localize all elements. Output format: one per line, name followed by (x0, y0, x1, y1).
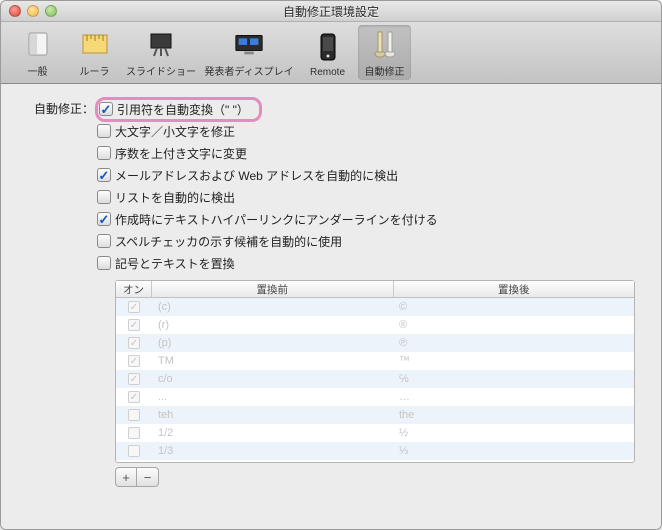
table-row[interactable]: ...… (116, 388, 634, 406)
checkbox[interactable] (97, 146, 111, 160)
general-icon (22, 28, 54, 60)
option-label: 引用符を自動変換（" "） (117, 101, 249, 118)
zoom-button[interactable] (45, 5, 57, 17)
cell-before: ... (152, 391, 393, 403)
toolbar-remote[interactable]: Remote (301, 25, 354, 80)
table-row[interactable]: 1/2½ (116, 424, 634, 442)
option-label: 大文字／小文字を修正 (115, 123, 235, 140)
option-label: メールアドレスおよび Web アドレスを自動的に検出 (115, 167, 398, 184)
slideshow-icon (145, 28, 177, 60)
option-label: 作成時にテキストハイパーリンクにアンダーラインを付ける (115, 211, 438, 228)
cell-after: ® (393, 319, 634, 331)
checkbox[interactable] (97, 234, 111, 248)
row-checkbox[interactable] (128, 445, 140, 457)
checkbox[interactable] (97, 190, 111, 204)
checkbox[interactable] (97, 168, 111, 182)
cell-before: 1/3 (152, 445, 393, 457)
toolbar-general[interactable]: 一般 (11, 25, 64, 80)
option-row: 作成時にテキストハイパーリンクにアンダーラインを付ける (97, 208, 643, 230)
option-row: 序数を上付き文字に変更 (97, 142, 643, 164)
option-label: 記号とテキストを置換 (115, 255, 235, 272)
option-row: 大文字／小文字を修正 (97, 120, 643, 142)
cell-after: ⅓ (393, 445, 634, 457)
cell-before: (c) (152, 301, 393, 313)
autocorrect-icon (369, 28, 401, 60)
presenter-display-icon (233, 28, 265, 60)
option-row: リストを自動的に検出 (97, 186, 643, 208)
row-checkbox[interactable] (128, 337, 140, 349)
checkbox[interactable] (97, 212, 111, 226)
col-on[interactable]: オン (116, 281, 152, 297)
toolbar-presenter-display[interactable]: 発表者ディスプレイ (201, 25, 297, 80)
table-row[interactable]: 2/3⅔ (116, 460, 634, 462)
option-label: リストを自動的に検出 (115, 189, 235, 206)
checkbox[interactable] (97, 256, 111, 270)
add-button[interactable]: + (115, 467, 137, 487)
option-row: スペルチェッカの示す候補を自動的に使用 (97, 230, 643, 252)
row-checkbox[interactable] (128, 301, 140, 313)
toolbar-ruler[interactable]: ルーラ (68, 25, 121, 80)
toolbar: 一般 ルーラ スライドショー 発表者ディスプレイ Remote (1, 22, 661, 84)
option-row: メールアドレスおよび Web アドレスを自動的に検出 (97, 164, 643, 186)
row-checkbox[interactable] (128, 355, 140, 367)
col-after[interactable]: 置換後 (394, 281, 635, 297)
remote-icon (312, 32, 344, 64)
table-row[interactable]: 1/3⅓ (116, 442, 634, 460)
cell-after: ™ (393, 355, 634, 367)
table-row[interactable]: TM™ (116, 352, 634, 370)
cell-after: © (393, 301, 634, 313)
preferences-window: 自動修正環境設定 一般 ルーラ スライドショー 発表者ディスプレイ (0, 0, 662, 530)
ruler-icon (79, 28, 111, 60)
remove-button[interactable]: − (137, 467, 159, 487)
cell-after: … (393, 391, 634, 403)
option-label: 序数を上付き文字に変更 (115, 145, 247, 162)
checkbox[interactable] (99, 102, 113, 116)
traffic-lights (9, 5, 57, 17)
content-area: 自動修正： 引用符を自動変換（" "） 大文字／小文字を修正序数を上付き文字に変更… (1, 84, 661, 529)
minimize-button[interactable] (27, 5, 39, 17)
checkbox[interactable] (97, 124, 111, 138)
option-row: 記号とテキストを置換 (97, 252, 643, 274)
section-label: 自動修正： (19, 98, 97, 117)
toolbar-slideshow[interactable]: スライドショー (125, 25, 197, 80)
cell-after: ℅ (393, 373, 634, 385)
toolbar-autocorrect[interactable]: 自動修正 (358, 25, 411, 80)
cell-before: (r) (152, 319, 393, 331)
cell-before: c/o (152, 373, 393, 385)
options-list: 引用符を自動変換（" "） 大文字／小文字を修正序数を上付き文字に変更メールアドレ… (97, 98, 643, 274)
cell-after: ½ (393, 427, 634, 439)
row-checkbox[interactable] (128, 391, 140, 403)
add-remove-controls: + − (115, 467, 643, 487)
close-button[interactable] (9, 5, 21, 17)
table-row[interactable]: (r)® (116, 316, 634, 334)
table-header: オン 置換前 置換後 (116, 281, 634, 298)
option-row: 引用符を自動変換（" "） (97, 98, 643, 120)
cell-before: (p) (152, 337, 393, 349)
table-row[interactable]: c/o℅ (116, 370, 634, 388)
table-row[interactable]: (p)℗ (116, 334, 634, 352)
option-label: スペルチェッカの示す候補を自動的に使用 (115, 233, 342, 250)
row-checkbox[interactable] (128, 319, 140, 331)
cell-before: TM (152, 355, 393, 367)
cell-before: teh (152, 409, 393, 421)
row-checkbox[interactable] (128, 427, 140, 439)
table-body: (c)©(r)®(p)℗TM™c/o℅...…tehthe1/2½1/3⅓2/3… (116, 298, 634, 462)
col-before[interactable]: 置換前 (152, 281, 394, 297)
cell-after: the (393, 409, 634, 421)
titlebar: 自動修正環境設定 (1, 1, 661, 22)
row-checkbox[interactable] (128, 373, 140, 385)
window-title: 自動修正環境設定 (1, 3, 661, 20)
replacements-table: オン 置換前 置換後 (c)©(r)®(p)℗TM™c/o℅...…tehthe… (115, 280, 635, 463)
cell-after: ℗ (393, 337, 634, 349)
row-checkbox[interactable] (128, 409, 140, 421)
table-row[interactable]: (c)© (116, 298, 634, 316)
table-row[interactable]: tehthe (116, 406, 634, 424)
cell-before: 1/2 (152, 427, 393, 439)
